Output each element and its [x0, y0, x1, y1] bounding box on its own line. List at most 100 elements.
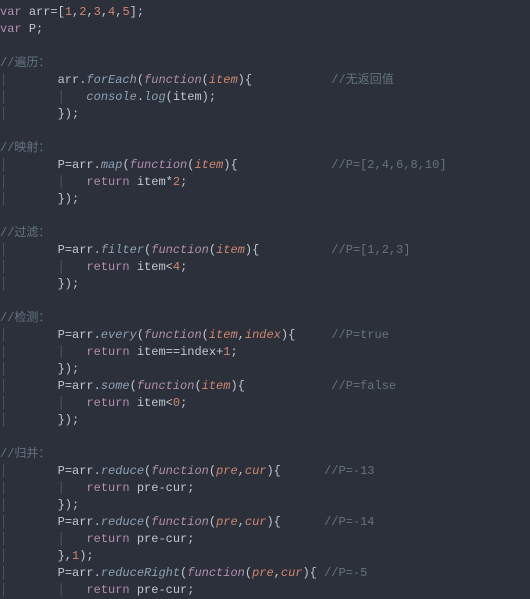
code-token: return [86, 583, 136, 597]
code-token: │ [0, 566, 58, 580]
code-token: . [137, 90, 144, 104]
code-line: //过滤： [0, 225, 530, 242]
code-token: reduceRight [101, 566, 180, 580]
code-line: │ }); [0, 412, 530, 429]
code-line: │ │ return item<0; [0, 395, 530, 412]
code-token: return [86, 345, 136, 359]
code-token: }); [58, 413, 80, 427]
code-token: function [151, 515, 209, 529]
code-token: cur [245, 464, 267, 478]
code-line: │ P=arr.reduceRight(function(pre,cur){ /… [0, 565, 530, 582]
code-line: │ P=arr.some(function(item){ //P=false [0, 378, 530, 395]
code-token: ; [180, 260, 187, 274]
code-token: │ [0, 328, 58, 342]
code-token: cur [166, 583, 188, 597]
code-token: cur [281, 566, 303, 580]
code-token: < [166, 396, 173, 410]
code-token: item [137, 260, 166, 274]
code-token: reduce [101, 515, 144, 529]
code-token: = [50, 5, 57, 19]
code-line: //遍历： [0, 55, 530, 72]
code-token: log [144, 90, 166, 104]
code-token: item [209, 73, 238, 87]
code-token: │ │ [0, 175, 86, 189]
code-token: //归并： [0, 447, 50, 461]
code-token: . [94, 566, 101, 580]
code-token: - [158, 583, 165, 597]
code-token: P [58, 243, 65, 257]
code-token: ){ [266, 515, 324, 529]
code-line [0, 293, 530, 310]
code-token: ( [122, 158, 129, 172]
code-token: , [274, 566, 281, 580]
code-token: pre [137, 532, 159, 546]
code-token: , [238, 515, 245, 529]
code-token: return [86, 175, 136, 189]
code-token: arr [72, 328, 94, 342]
code-token: arr [72, 515, 94, 529]
code-token: │ [0, 277, 58, 291]
code-token: │ [0, 362, 58, 376]
code-token: P [58, 328, 65, 342]
code-token: reduce [101, 464, 144, 478]
code-token: function [151, 464, 209, 478]
code-token: function [151, 243, 209, 257]
code-token: pre [137, 481, 159, 495]
code-line: │ │ return pre-cur; [0, 582, 530, 599]
code-token: P [29, 22, 36, 36]
code-token: index [180, 345, 216, 359]
code-token: item [137, 345, 166, 359]
code-token: 1 [65, 5, 72, 19]
code-line: │ │ return item*2; [0, 174, 530, 191]
code-token: item [202, 379, 231, 393]
code-token: item [209, 328, 238, 342]
code-token: . [94, 464, 101, 478]
code-token: │ [0, 549, 58, 563]
code-line: │ },1); [0, 548, 530, 565]
code-token: ( [202, 73, 209, 87]
code-token: │ [0, 464, 58, 478]
code-token: ( [209, 464, 216, 478]
code-token: ; [230, 345, 237, 359]
code-token: //P=[1,2,3] [331, 243, 410, 257]
code-token: ( [166, 90, 173, 104]
code-token: arr [72, 158, 94, 172]
code-token: var [0, 5, 29, 19]
code-token: ( [130, 379, 137, 393]
code-token: = [65, 243, 72, 257]
code-token: │ [0, 107, 58, 121]
code-line: │ P=arr.reduce(function(pre,cur){ //P=-1… [0, 514, 530, 531]
code-token: ){ [302, 566, 324, 580]
code-token: │ │ [0, 345, 86, 359]
code-token: ( [194, 379, 201, 393]
code-token: //P=false [331, 379, 396, 393]
code-token: │ [0, 413, 58, 427]
code-token: │ [0, 73, 58, 87]
code-token: function [144, 73, 202, 87]
code-token: //遍历： [0, 56, 50, 70]
code-token: console [86, 90, 136, 104]
code-token: < [166, 260, 173, 274]
code-token: arr [72, 464, 94, 478]
code-token: return [86, 481, 136, 495]
code-token: //P=[2,4,6,8,10] [331, 158, 446, 172]
code-token: , [101, 5, 108, 19]
code-token: = [65, 566, 72, 580]
code-line: │ │ return item==index+1; [0, 344, 530, 361]
code-token: function [130, 158, 188, 172]
code-token: var [0, 22, 29, 36]
code-line: │ }); [0, 106, 530, 123]
code-token: │ [0, 498, 58, 512]
code-token: item [173, 90, 202, 104]
code-line: │ }); [0, 497, 530, 514]
code-token: map [101, 158, 123, 172]
code-token: item [194, 158, 223, 172]
code-token: . [94, 243, 101, 257]
code-token: }); [58, 107, 80, 121]
code-token: = [65, 328, 72, 342]
code-line: //检测： [0, 310, 530, 327]
code-token: │ [0, 158, 58, 172]
code-token: = [65, 464, 72, 478]
code-line [0, 208, 530, 225]
code-token: 4 [173, 260, 180, 274]
